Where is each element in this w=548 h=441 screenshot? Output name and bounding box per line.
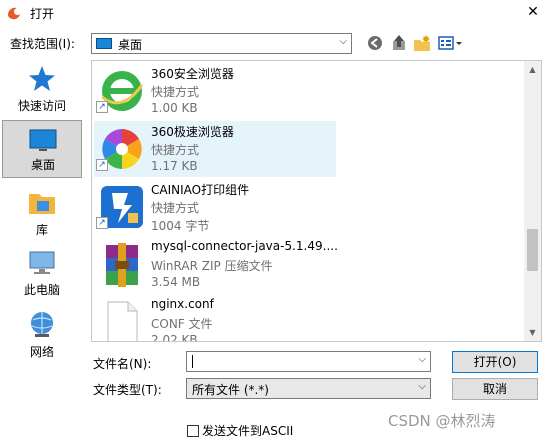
close-button[interactable]: ✕ xyxy=(518,0,548,24)
place-label: 快速访问 xyxy=(17,99,66,113)
vertical-scrollbar[interactable]: ▲ ▼ xyxy=(524,61,541,341)
view-menu-icon[interactable] xyxy=(437,33,465,53)
place-label: 桌面 xyxy=(30,158,55,172)
chevron-down-icon: ⌵ xyxy=(418,381,426,392)
file-name: nginx.conf xyxy=(151,297,214,311)
file-type: 快捷方式 xyxy=(151,201,200,215)
file-type-value: 所有文件 (*.*) xyxy=(192,383,269,397)
close-icon: ✕ xyxy=(527,4,539,20)
file-name: CAINIAO打印组件 xyxy=(151,183,250,197)
file-type-label: 文件类型(T): xyxy=(93,383,162,397)
place-library[interactable]: 库 xyxy=(2,184,82,242)
file-type: WinRAR ZIP 压缩文件 xyxy=(151,259,273,273)
file-item[interactable]: ↗ 360安全浏览器 快捷方式 1.00 KB xyxy=(94,63,336,119)
up-folder-icon[interactable] xyxy=(390,33,408,53)
cancel-button[interactable]: 取消 xyxy=(452,378,538,400)
file-size: 1004 字节 xyxy=(151,219,210,233)
file-name: mysql-connector-java-5.1.49.... xyxy=(151,239,338,253)
place-this-pc[interactable]: 此电脑 xyxy=(2,244,82,302)
new-folder-icon[interactable] xyxy=(413,33,431,53)
scroll-down-icon[interactable]: ▼ xyxy=(524,324,541,341)
file-type: 快捷方式 xyxy=(151,85,200,99)
look-in-value: 桌面 xyxy=(118,38,143,52)
place-desktop[interactable]: 桌面 xyxy=(2,120,82,178)
file-name: 360极速浏览器 xyxy=(151,125,234,139)
look-in-dropdown[interactable]: 桌面 ⌵ xyxy=(91,33,352,54)
send-ascii-label: 发送文件到ASCII xyxy=(202,424,294,438)
back-icon[interactable] xyxy=(366,33,384,53)
desktop-icon xyxy=(96,38,112,49)
window-title: 打开 xyxy=(30,7,55,21)
file-item[interactable]: ↗ CAINIAO打印组件 快捷方式 1004 字节 xyxy=(94,179,336,235)
scroll-up-icon[interactable]: ▲ xyxy=(524,61,541,78)
shortcut-arrow-icon: ↗ xyxy=(96,101,108,113)
shortcut-arrow-icon: ↗ xyxy=(96,217,108,229)
place-network[interactable]: 网络 xyxy=(2,306,82,364)
star-icon xyxy=(29,66,55,91)
file-name-input[interactable]: ⌵ xyxy=(186,351,431,372)
file-size: 1.17 KB xyxy=(151,159,198,173)
place-label: 网络 xyxy=(29,345,54,359)
file-type: CONF 文件 xyxy=(151,317,213,331)
file-type-dropdown[interactable]: 所有文件 (*.*) ⌵ xyxy=(186,378,431,399)
title-bar: 打开 ✕ xyxy=(0,0,548,26)
shortcut-arrow-icon: ↗ xyxy=(96,159,108,171)
file-size: 3.54 MB xyxy=(151,275,201,289)
file-name-label: 文件名(N): xyxy=(93,357,152,371)
send-ascii-option[interactable]: 发送文件到ASCII xyxy=(187,422,293,439)
network-icon xyxy=(31,312,53,337)
file-list[interactable]: ↗ 360安全浏览器 快捷方式 1.00 KB ↗ 360极速浏览器 快捷方式 … xyxy=(91,60,542,342)
file-size: 1.00 KB xyxy=(151,101,198,115)
look-in-label: 查找范围(I): xyxy=(10,37,75,51)
watermark: CSDN @林烈涛 xyxy=(388,412,496,430)
library-folder-icon xyxy=(29,194,55,214)
winrar-archive-icon xyxy=(106,243,138,287)
file-item[interactable]: nginx.conf CONF 文件 2.02 KB xyxy=(94,295,336,342)
place-label: 库 xyxy=(35,223,48,237)
chevron-down-icon: ⌵ xyxy=(339,36,347,47)
place-label: 此电脑 xyxy=(23,283,60,297)
app-icon xyxy=(8,7,20,20)
computer-icon xyxy=(29,251,55,274)
scroll-thumb[interactable] xyxy=(527,229,538,271)
place-quick-access[interactable]: 快速访问 xyxy=(2,60,82,118)
open-button[interactable]: 打开(O) xyxy=(452,351,538,373)
file-type: 快捷方式 xyxy=(151,143,200,157)
file-size: 2.02 KB xyxy=(151,333,198,342)
blank-file-icon xyxy=(107,301,138,341)
file-item[interactable]: ↗ 360极速浏览器 快捷方式 1.17 KB xyxy=(94,121,336,177)
places-bar: 快速访问 桌面 库 此电脑 网络 xyxy=(0,60,86,370)
desktop-icon xyxy=(29,129,57,151)
file-item[interactable]: mysql-connector-java-5.1.49.... WinRAR Z… xyxy=(94,237,338,293)
text-caret xyxy=(192,355,193,368)
send-ascii-checkbox[interactable] xyxy=(187,425,199,437)
file-name: 360安全浏览器 xyxy=(151,67,234,81)
chevron-down-icon[interactable]: ⌵ xyxy=(418,354,426,365)
